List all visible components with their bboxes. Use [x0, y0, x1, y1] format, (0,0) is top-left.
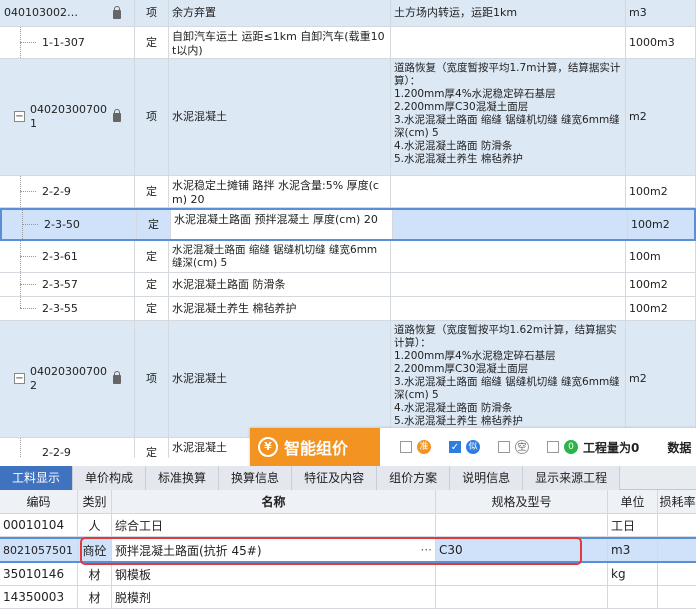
tab-source-project[interactable]: 显示来源工程 — [523, 466, 621, 490]
row-name: 水泥混凝土养生 棉毡养护 — [169, 297, 391, 320]
tab-features[interactable]: 特征及内容 — [292, 466, 378, 490]
quota-tree-table: 040103002… 项 余方弃置 土方场内转运，运距1km m3 1-1-30… — [0, 0, 696, 458]
row-name: 自卸汽车运土 运距≤1km 自卸汽车(载重10t以内) — [169, 27, 391, 58]
row-type: 定 — [135, 27, 169, 58]
row-type: 定 — [135, 297, 169, 320]
smart-pricing-toolbar: ¥ 智能组价 准 ✓ 似 空 0 工程量为0 数据 — [250, 428, 696, 466]
row-type: 项 — [135, 321, 169, 437]
zero-qty-checkbox[interactable] — [547, 441, 559, 453]
row-spec — [391, 176, 626, 207]
row-code: 2-2-9 — [42, 184, 71, 198]
row-type: 定 — [135, 176, 169, 207]
row-unit: 100m — [626, 241, 696, 272]
row-spec: 土方场内转运，运距1km — [391, 0, 626, 26]
smart-pricing-title: 智能组价 — [284, 439, 349, 458]
collapse-icon[interactable]: − — [14, 373, 25, 384]
header-spec[interactable]: 规格及型号 — [436, 490, 608, 513]
empty-icon: 空 — [515, 440, 529, 454]
zero-qty-label: 工程量为0 — [583, 440, 640, 455]
row-unit: m3 — [626, 0, 696, 26]
row-type: 项 — [135, 59, 169, 175]
tab-standard-conversion[interactable]: 标准换算 — [146, 466, 220, 490]
table-row[interactable]: 2-2-9 定 水泥稳定土摊铺 路拌 水泥含量:5% 厚度(cm) 20 100… — [0, 176, 696, 208]
lock-icon — [113, 6, 121, 19]
table-row[interactable]: 2-3-61 定 水泥混凝土路面 缩缝 锯缝机切缝 缝宽6mm缝深(cm) 5 … — [0, 241, 696, 273]
row-type: 定 — [135, 241, 169, 272]
row-type: 项 — [135, 0, 169, 26]
tab-material-display[interactable]: 工料显示 — [0, 466, 74, 490]
smart-pricing-button[interactable]: ¥ 智能组价 — [250, 428, 380, 466]
row-code: 040103002… — [4, 6, 78, 19]
exact-icon: 准 — [417, 440, 431, 454]
row-code: 2-3-55 — [42, 301, 78, 315]
row-unit: m2 — [626, 59, 696, 175]
lock-icon — [113, 371, 121, 384]
row-name: 水泥混凝土路面 防滑条 — [169, 273, 391, 296]
row-type: 定 — [137, 210, 171, 239]
row-unit: 1000m3 — [626, 27, 696, 58]
table-row[interactable]: 35010146 材 钢模板 kg — [0, 563, 696, 586]
table-row[interactable]: − 04020300700 2 项 水泥混凝土 道路恢复（宽度暂按平均1.62m… — [0, 321, 696, 438]
table-row[interactable]: − 04020300700 1 项 水泥混凝土 道路恢复（宽度暂按平均1.7m计… — [0, 59, 696, 176]
row-code: 1-1-307 — [42, 35, 85, 49]
table-row[interactable]: 1-1-307 定 自卸汽车运土 运距≤1km 自卸汽车(载重10t以内) 10… — [0, 27, 696, 59]
empty-checkbox[interactable] — [498, 441, 510, 453]
header-category[interactable]: 类别 — [78, 490, 112, 513]
header-name[interactable]: 名称 — [112, 490, 436, 513]
detail-tabs: 工料显示 单价构成 标准换算 换算信息 特征及内容 组价方案 说明信息 显示来源… — [0, 466, 696, 490]
row-code: 2-3-50 — [44, 217, 80, 231]
header-code[interactable]: 编码 — [0, 490, 78, 513]
tab-pricing-plan[interactable]: 组价方案 — [377, 466, 451, 490]
row-name[interactable]: 水泥混凝土路面 预拌混凝土 厚度(cm) 20 — [171, 210, 393, 239]
table-row-selected[interactable]: 2-3-50 定 水泥混凝土路面 预拌混凝土 厚度(cm) 20 100m2 — [0, 208, 696, 241]
data-label[interactable]: 数据 — [667, 439, 691, 456]
table-row[interactable]: 2-3-57 定 水泥混凝土路面 防滑条 100m2 — [0, 273, 696, 297]
table-row[interactable]: 2-3-55 定 水泥混凝土养生 棉毡养护 100m2 — [0, 297, 696, 321]
similar-checkbox[interactable]: ✓ — [449, 441, 461, 453]
row-code: 2-3-57 — [42, 277, 78, 291]
row-unit: 100m2 — [626, 273, 696, 296]
row-spec — [393, 210, 628, 239]
row-unit: m2 — [626, 321, 696, 437]
row-type: 定 — [135, 273, 169, 296]
header-loss-rate[interactable]: 损耗率 — [658, 490, 696, 513]
collapse-icon[interactable]: − — [14, 111, 25, 122]
row-spec — [391, 241, 626, 272]
row-name: 水泥混凝土 — [169, 321, 391, 437]
row-code: 2-3-61 — [42, 249, 78, 263]
grid-header: 编码 类别 名称 规格及型号 单位 损耗率 — [0, 490, 696, 514]
row-type: 定 — [135, 438, 169, 458]
row-code: 04020300700 2 — [30, 365, 107, 392]
tab-unit-price[interactable]: 单价构成 — [73, 466, 147, 490]
row-spec — [391, 273, 626, 296]
row-code: 2-2-9 — [42, 445, 71, 459]
row-name: 余方弃置 — [169, 0, 391, 26]
row-name: 水泥稳定土摊铺 路拌 水泥含量:5% 厚度(cm) 20 — [169, 176, 391, 207]
zero-qty-icon: 0 — [564, 440, 578, 454]
smart-pricing-logo-icon: ¥ — [258, 437, 278, 457]
similar-icon: 似 — [466, 440, 480, 454]
tab-conversion-info[interactable]: 换算信息 — [219, 466, 293, 490]
table-row[interactable]: 00010104 人 综合工日 工日 — [0, 514, 696, 537]
lock-icon — [113, 109, 121, 122]
row-unit: 100m2 — [626, 297, 696, 320]
table-row[interactable]: 14350003 材 脱模剂 — [0, 586, 696, 609]
highlight-annotation — [80, 537, 582, 565]
row-name: 水泥混凝土 — [169, 59, 391, 175]
row-spec — [391, 27, 626, 58]
row-name: 水泥混凝土路面 缩缝 锯缝机切缝 缝宽6mm缝深(cm) 5 — [169, 241, 391, 272]
row-unit: 100m2 — [628, 210, 696, 239]
tab-description[interactable]: 说明信息 — [450, 466, 524, 490]
row-code: 04020300700 1 — [30, 103, 107, 130]
exact-checkbox[interactable] — [400, 441, 412, 453]
row-spec — [391, 297, 626, 320]
row-spec: 道路恢复（宽度暂按平均1.62m计算，结算据实计算）： 1.200mm厚4%水泥… — [391, 321, 626, 437]
row-unit: 100m2 — [626, 176, 696, 207]
header-unit[interactable]: 单位 — [608, 490, 658, 513]
row-spec: 道路恢复（宽度暂按平均1.7m计算，结算据实计算）： 1.200mm厚4%水泥稳… — [391, 59, 626, 175]
table-row[interactable]: 040103002… 项 余方弃置 土方场内转运，运距1km m3 — [0, 0, 696, 27]
